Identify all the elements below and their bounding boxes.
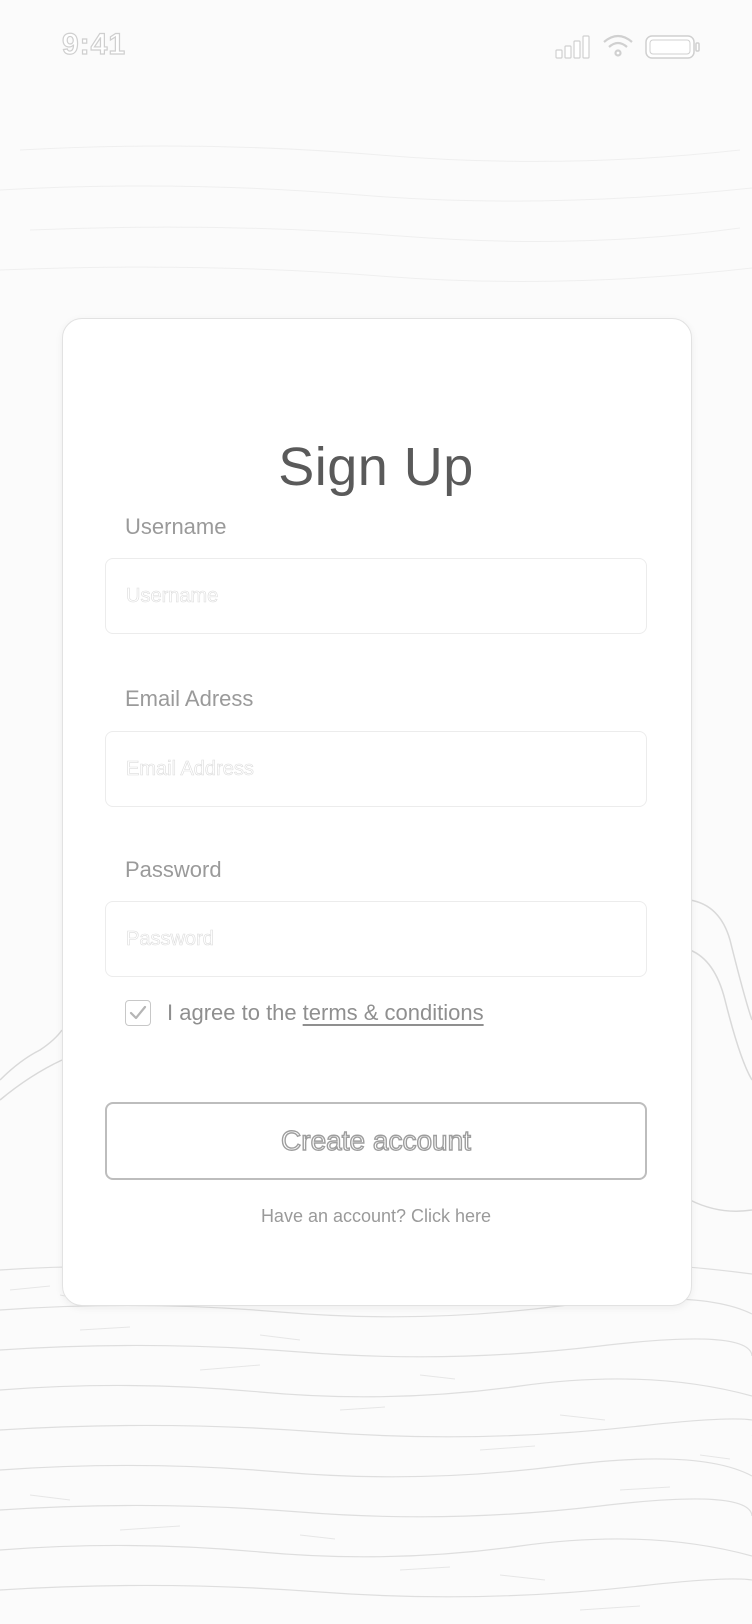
password-label: Password: [125, 857, 222, 882]
agree-text: I agree to the: [167, 1000, 297, 1025]
terms-link[interactable]: terms & conditions: [303, 1000, 484, 1026]
battery-icon: [645, 35, 700, 59]
status-time: 9:41: [61, 27, 127, 61]
terms-checkbox[interactable]: [125, 1000, 151, 1026]
terms-agree-row: I agree to the terms & conditions: [125, 996, 484, 1030]
username-input[interactable]: [105, 558, 647, 634]
checkmark-icon: [129, 1005, 147, 1020]
page-title: Sign Up: [278, 437, 474, 498]
email-label: Email Adress: [125, 686, 254, 711]
wifi-icon: [603, 34, 633, 57]
username-label: Username: [125, 514, 227, 539]
cellular-signal-icon: [555, 35, 590, 59]
status-bar: 9:41: [0, 0, 752, 96]
password-input[interactable]: [105, 901, 647, 977]
status-icons: [555, 34, 700, 59]
create-account-button[interactable]: Create account: [105, 1102, 647, 1180]
login-link[interactable]: Have an account? Click here: [0, 1206, 752, 1227]
email-input[interactable]: [105, 731, 647, 807]
